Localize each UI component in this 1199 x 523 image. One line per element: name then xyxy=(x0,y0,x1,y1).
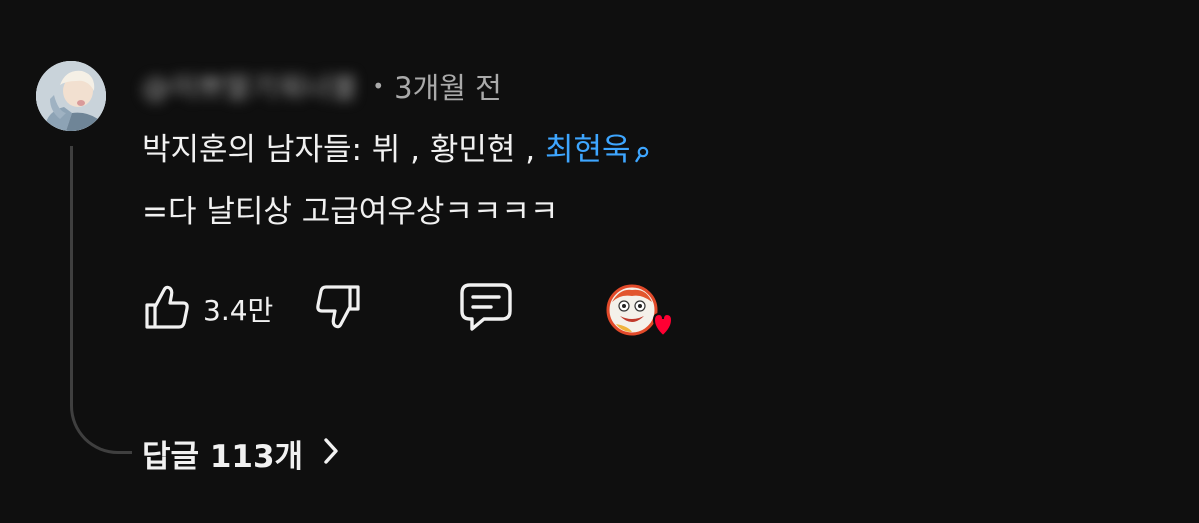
reply-button[interactable] xyxy=(458,281,514,337)
comment-author[interactable]: @이쁘딸기워너블 xyxy=(142,66,358,106)
search-icon xyxy=(634,134,651,174)
chevron-right-icon xyxy=(321,435,341,471)
dislike-button[interactable] xyxy=(314,284,362,334)
like-button[interactable]: 3.4만 xyxy=(143,284,273,334)
creator-heart-badge xyxy=(606,284,674,344)
comment-header: @이쁘딸기워너블 • 3개월 전 xyxy=(142,66,502,106)
comment-text-line-2: =다 날티상 고급여우상ㅋㅋㅋㅋ xyxy=(142,194,559,230)
avatar-image xyxy=(36,61,106,131)
avatar[interactable] xyxy=(36,61,106,131)
replies-count-label: 답글 113개 xyxy=(142,438,304,475)
thread-connector-line xyxy=(70,146,132,454)
creator-heart-icon xyxy=(606,284,674,338)
comment-mention-link[interactable]: 최현욱 xyxy=(545,132,651,168)
meta-separator: • xyxy=(372,74,385,98)
comment-mention-text: 최현욱 xyxy=(545,132,631,168)
comment-text-prefix: 박지훈의 남자들: 뷔 , 황민현 , xyxy=(142,132,545,168)
comment-reply-icon xyxy=(458,281,514,337)
thumbs-down-icon xyxy=(314,283,362,335)
view-replies-button[interactable]: 답글 113개 xyxy=(142,430,341,476)
comment-text-line-1: 박지훈의 남자들: 뷔 , 황민현 , 최현욱 xyxy=(142,130,651,174)
thumbs-up-icon xyxy=(143,283,191,335)
like-count: 3.4만 xyxy=(203,294,274,327)
comment-timestamp[interactable]: 3개월 전 xyxy=(394,65,502,107)
